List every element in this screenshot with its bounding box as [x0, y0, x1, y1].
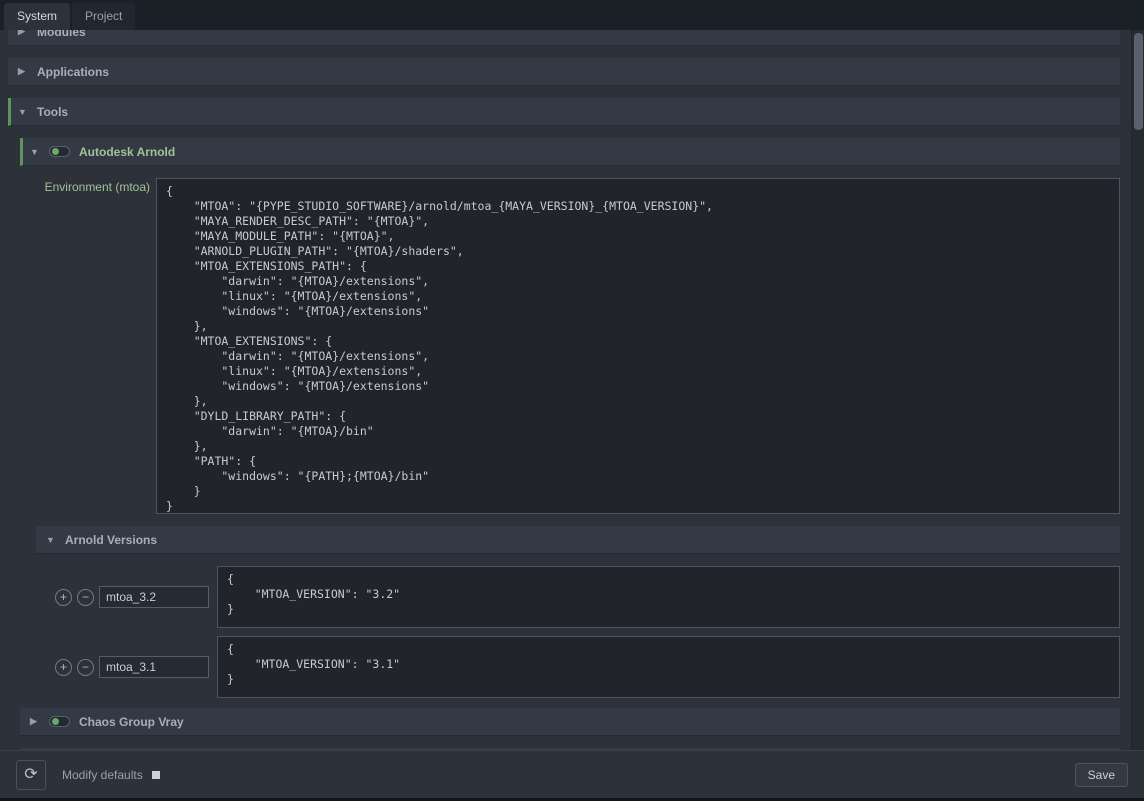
- section-label-autodesk-arnold: Autodesk Arnold: [79, 145, 175, 159]
- footer: ⟳ Modify defaults Save: [0, 750, 1144, 801]
- section-header-chaos-group-vray[interactable]: ▶ Chaos Group Vray: [20, 708, 1120, 736]
- tab-bar: System Project: [0, 0, 1144, 30]
- add-version-button[interactable]: +: [55, 589, 72, 606]
- chevron-right-icon: ▶: [18, 30, 28, 37]
- version-json-editor[interactable]: { "MTOA_VERSION": "3.1" }: [217, 636, 1120, 698]
- section-label-applications: Applications: [37, 65, 109, 79]
- chevron-down-icon: ▼: [30, 147, 40, 157]
- modify-defaults-label: Modify defaults: [62, 768, 143, 782]
- scrollbar-thumb[interactable]: [1134, 33, 1143, 130]
- arnold-enabled-toggle[interactable]: [49, 146, 70, 157]
- version-row: + − { "MTOA_VERSION": "3.1" }: [55, 636, 1120, 698]
- tab-project[interactable]: Project: [72, 3, 135, 30]
- add-version-button[interactable]: +: [55, 659, 72, 676]
- environment-row: Environment (mtoa) { "MTOA": "{PYPE_STUD…: [32, 178, 1120, 514]
- save-button[interactable]: Save: [1075, 763, 1128, 787]
- settings-scroll-area: ▶ Modules ▶ Applications ▼ Tools ▼ Autod…: [0, 30, 1144, 750]
- section-header-applications[interactable]: ▶ Applications: [8, 58, 1120, 86]
- toggle-knob: [52, 148, 59, 155]
- refresh-button[interactable]: ⟳: [16, 760, 46, 790]
- section-label-arnold-versions: Arnold Versions: [65, 533, 157, 547]
- remove-version-button[interactable]: −: [77, 659, 94, 676]
- version-json-editor[interactable]: { "MTOA_VERSION": "3.2" }: [217, 566, 1120, 628]
- section-header-modules[interactable]: ▶ Modules: [8, 30, 1120, 46]
- environment-json-editor[interactable]: { "MTOA": "{PYPE_STUDIO_SOFTWARE}/arnold…: [156, 178, 1120, 514]
- version-name-input[interactable]: [99, 656, 209, 678]
- version-name-input[interactable]: [99, 586, 209, 608]
- version-row: + − { "MTOA_VERSION": "3.2" }: [55, 566, 1120, 628]
- remove-version-button[interactable]: −: [77, 589, 94, 606]
- refresh-icon: ⟳: [24, 767, 37, 783]
- section-label-chaos-group-vray: Chaos Group Vray: [79, 715, 184, 729]
- chevron-right-icon: ▶: [18, 66, 28, 77]
- section-header-tools[interactable]: ▼ Tools: [8, 98, 1120, 126]
- vray-enabled-toggle[interactable]: [49, 716, 70, 727]
- scrollbar[interactable]: [1131, 30, 1144, 750]
- section-label-tools: Tools: [37, 105, 68, 119]
- section-label-modules: Modules: [37, 30, 86, 39]
- modify-defaults-checkbox[interactable]: [152, 771, 160, 779]
- chevron-down-icon: ▼: [18, 107, 28, 117]
- chevron-down-icon: ▼: [46, 535, 56, 545]
- environment-label: Environment (mtoa): [32, 178, 150, 514]
- section-header-arnold-versions[interactable]: ▼ Arnold Versions: [36, 526, 1120, 554]
- tab-system[interactable]: System: [4, 3, 70, 30]
- toggle-knob: [52, 718, 59, 725]
- section-header-autodesk-arnold[interactable]: ▼ Autodesk Arnold: [20, 138, 1120, 166]
- chevron-right-icon: ▶: [30, 716, 40, 727]
